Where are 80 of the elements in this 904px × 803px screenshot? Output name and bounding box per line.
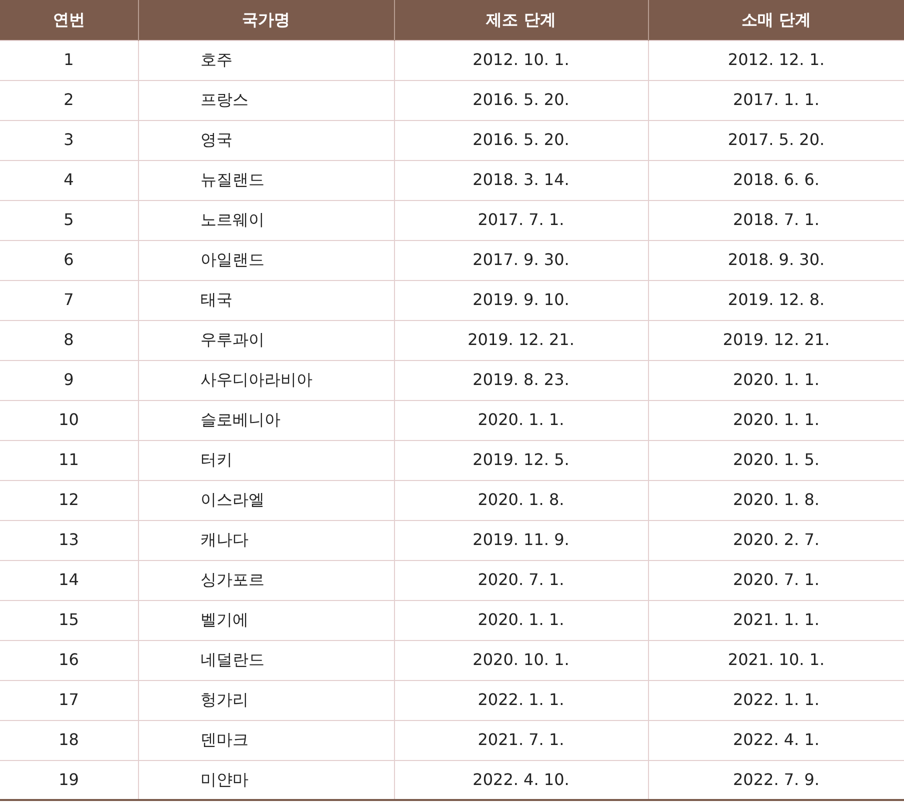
table-cell: 17 <box>0 680 138 720</box>
table-cell: 4 <box>0 160 138 200</box>
table-cell: 터키 <box>138 440 394 480</box>
table-cell: 2019. 12. 21. <box>648 320 904 360</box>
table-cell: 네덜란드 <box>138 640 394 680</box>
table-cell: 미얀마 <box>138 760 394 800</box>
table-cell: 벨기에 <box>138 600 394 640</box>
table-cell: 2020. 7. 1. <box>394 560 648 600</box>
table-cell: 2019. 11. 9. <box>394 520 648 560</box>
column-header: 제조 단계 <box>394 0 648 40</box>
column-header: 연번 <box>0 0 138 40</box>
table-cell: 19 <box>0 760 138 800</box>
table-cell: 2019. 9. 10. <box>394 280 648 320</box>
table-cell: 사우디아라비아 <box>138 360 394 400</box>
table-cell: 11 <box>0 440 138 480</box>
table-cell: 이스라엘 <box>138 480 394 520</box>
table-cell: 2018. 9. 30. <box>648 240 904 280</box>
table-cell: 8 <box>0 320 138 360</box>
table-cell: 2019. 8. 23. <box>394 360 648 400</box>
table-cell: 2022. 7. 9. <box>648 760 904 800</box>
table-cell: 헝가리 <box>138 680 394 720</box>
table-cell: 2017. 7. 1. <box>394 200 648 240</box>
table-cell: 2020. 1. 1. <box>394 400 648 440</box>
table-cell: 2022. 1. 1. <box>394 680 648 720</box>
table-cell: 2020. 1. 1. <box>648 400 904 440</box>
table-cell: 2016. 5. 20. <box>394 80 648 120</box>
table-cell: 2 <box>0 80 138 120</box>
table-cell: 영국 <box>138 120 394 160</box>
table-cell: 2017. 9. 30. <box>394 240 648 280</box>
table-cell: 3 <box>0 120 138 160</box>
table-cell: 18 <box>0 720 138 760</box>
table-cell: 호주 <box>138 40 394 80</box>
table-cell: 아일랜드 <box>138 240 394 280</box>
table-cell: 태국 <box>138 280 394 320</box>
table-cell: 2016. 5. 20. <box>394 120 648 160</box>
table-cell: 14 <box>0 560 138 600</box>
table-cell: 2017. 1. 1. <box>648 80 904 120</box>
table-cell: 1 <box>0 40 138 80</box>
table-cell: 2020. 2. 7. <box>648 520 904 560</box>
table-cell: 2021. 10. 1. <box>648 640 904 680</box>
table-cell: 2022. 4. 10. <box>394 760 648 800</box>
table-cell: 2012. 12. 1. <box>648 40 904 80</box>
table-cell: 10 <box>0 400 138 440</box>
table-cell: 2020. 1. 8. <box>394 480 648 520</box>
table-cell: 2019. 12. 21. <box>394 320 648 360</box>
table-cell: 2019. 12. 8. <box>648 280 904 320</box>
table-cell: 2020. 7. 1. <box>648 560 904 600</box>
table-cell: 2018. 3. 14. <box>394 160 648 200</box>
table-cell: 2022. 1. 1. <box>648 680 904 720</box>
table-cell: 16 <box>0 640 138 680</box>
table-cell: 13 <box>0 520 138 560</box>
table-cell: 2017. 5. 20. <box>648 120 904 160</box>
table-cell: 2012. 10. 1. <box>394 40 648 80</box>
table-cell: 프랑스 <box>138 80 394 120</box>
table-cell: 2020. 1. 8. <box>648 480 904 520</box>
table-cell: 2020. 10. 1. <box>394 640 648 680</box>
table-cell: 노르웨이 <box>138 200 394 240</box>
table-cell: 캐나다 <box>138 520 394 560</box>
table-cell: 2018. 6. 6. <box>648 160 904 200</box>
table-cell: 5 <box>0 200 138 240</box>
table-cell: 2021. 1. 1. <box>648 600 904 640</box>
table-cell: 뉴질랜드 <box>138 160 394 200</box>
table-cell: 2018. 7. 1. <box>648 200 904 240</box>
table-cell: 6 <box>0 240 138 280</box>
table-cell: 12 <box>0 480 138 520</box>
table-cell: 2019. 12. 5. <box>394 440 648 480</box>
table-cell: 싱가포르 <box>138 560 394 600</box>
table-cell: 2020. 1. 1. <box>648 360 904 400</box>
column-header: 소매 단계 <box>648 0 904 40</box>
table-cell: 2022. 4. 1. <box>648 720 904 760</box>
table-cell: 7 <box>0 280 138 320</box>
table-cell: 15 <box>0 600 138 640</box>
table-cell: 9 <box>0 360 138 400</box>
table-cell: 우루과이 <box>138 320 394 360</box>
table-cell: 2020. 1. 1. <box>394 600 648 640</box>
table-cell: 2021. 7. 1. <box>394 720 648 760</box>
column-header: 국가명 <box>138 0 394 40</box>
table-cell: 슬로베니아 <box>138 400 394 440</box>
table-cell: 2020. 1. 5. <box>648 440 904 480</box>
table-cell: 덴마크 <box>138 720 394 760</box>
